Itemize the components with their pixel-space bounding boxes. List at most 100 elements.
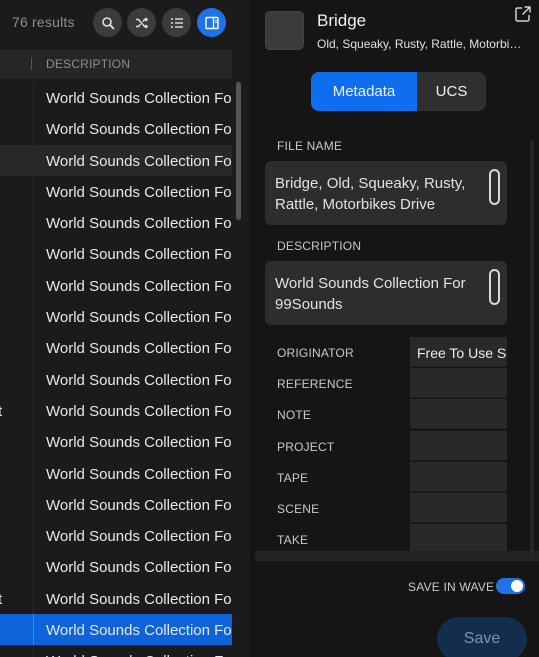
row-description-cell: World Sounds Collection For 99Sounds xyxy=(46,215,232,233)
results-table-body: World Sounds Collection For 99Sounds Worl… xyxy=(0,82,232,657)
metadata-field-label: ORIGINATOR xyxy=(277,346,354,360)
row-description-cell: World Sounds Collection For 99Sounds xyxy=(46,371,232,389)
table-row[interactable]: World Sounds Collection For 99Sounds xyxy=(0,520,232,552)
table-row[interactable]: t World Sounds Collection For 99Sounds xyxy=(0,394,232,427)
row-filename-cell: t xyxy=(0,402,3,420)
metadata-field-label: PROJECT xyxy=(277,439,335,454)
toggle-knob xyxy=(511,580,523,592)
metadata-field-input[interactable] xyxy=(410,493,507,523)
detail-scrollbar[interactable] xyxy=(530,140,534,560)
metadata-field-input[interactable]: Free To Use Sounds xyxy=(410,337,507,367)
table-row[interactable]: World Sounds Collection For 99Sounds xyxy=(0,551,232,583)
metadata-field-project: PROJECT xyxy=(265,430,507,462)
fields-horizontal-scrollbar[interactable] xyxy=(255,551,539,561)
metadata-field-originator: ORIGINATOR Free To Use Sounds xyxy=(265,337,507,368)
row-description-cell: World Sounds Collection For 99Sounds xyxy=(46,465,232,483)
results-toolbar: 76 results xyxy=(0,0,249,46)
metadata-field-take: TAKE xyxy=(265,524,507,551)
side-panel-icon xyxy=(204,16,219,29)
cell-divider xyxy=(33,488,34,521)
metadata-field-input[interactable] xyxy=(410,461,507,492)
results-panel: 76 results DESCRIPTION World Sounds Coll… xyxy=(0,0,249,657)
save-in-wave-toggle[interactable] xyxy=(496,578,525,594)
cell-divider xyxy=(33,645,34,657)
metadata-field-input[interactable] xyxy=(410,524,507,551)
metadata-field-note: NOTE xyxy=(265,399,507,430)
row-description-cell: World Sounds Collection For 99Sounds xyxy=(46,309,232,327)
column-resize-handle[interactable] xyxy=(31,57,32,70)
row-description-cell: World Sounds Collection For 99Sounds xyxy=(46,183,232,201)
file-subtitle: Old, Squeaky, Rusty, Rattle, Motorbikes … xyxy=(317,37,523,51)
metadata-field-input[interactable] xyxy=(410,368,507,399)
table-row[interactable]: World Sounds Collection For 99Sounds xyxy=(0,488,232,521)
row-description-cell: World Sounds Collection For 99Sounds xyxy=(46,152,232,170)
search-button[interactable] xyxy=(93,8,122,37)
table-header: DESCRIPTION xyxy=(0,50,232,78)
cell-divider xyxy=(33,175,34,208)
cell-divider xyxy=(33,394,34,427)
cell-divider xyxy=(33,207,34,239)
table-row[interactable]: World Sounds Collection For 99Sounds xyxy=(0,238,232,270)
cell-divider xyxy=(33,332,34,364)
save-button[interactable]: Save xyxy=(437,617,527,657)
cell-divider xyxy=(33,238,34,270)
row-description-cell: World Sounds Collection For 99Sounds xyxy=(46,528,232,546)
file-name-scrollbar[interactable] xyxy=(489,169,500,205)
table-row[interactable]: World Sounds Collection For 99Sounds xyxy=(0,614,232,646)
cell-divider xyxy=(33,582,34,615)
table-row[interactable]: World Sounds Collection For 99Sounds xyxy=(0,113,232,145)
table-row[interactable]: World Sounds Collection For 99Sounds xyxy=(0,426,232,458)
cell-divider xyxy=(33,457,34,489)
table-row[interactable]: World Sounds Collection For 99Sounds xyxy=(0,269,232,302)
side-panel-toggle-button[interactable] xyxy=(197,8,226,37)
metadata-field-input[interactable] xyxy=(410,399,507,430)
list-view-button[interactable] xyxy=(162,8,191,37)
description-field[interactable]: World Sounds Collection For 99Sounds xyxy=(265,261,507,325)
detail-tabs: Metadata UCS xyxy=(311,72,486,111)
metadata-fields: ORIGINATOR Free To Use Sounds REFERENCE NOT… xyxy=(265,337,507,551)
description-scrollbar[interactable] xyxy=(489,269,500,305)
metadata-field-label: TAPE xyxy=(277,470,309,485)
popout-icon[interactable] xyxy=(513,4,533,24)
file-title: Bridge xyxy=(317,11,367,30)
row-filename-cell: t xyxy=(0,590,3,608)
table-row[interactable]: World Sounds Collection For 99Sounds xyxy=(0,144,232,176)
results-scrollbar[interactable] xyxy=(235,78,243,657)
metadata-field-label: REFERENCE xyxy=(277,377,353,392)
table-row[interactable]: World Sounds Collection For 99Sounds xyxy=(0,175,232,208)
search-icon xyxy=(101,16,114,29)
shuffle-button[interactable] xyxy=(127,8,156,37)
row-description-cell: World Sounds Collection For 99Sounds xyxy=(46,277,232,295)
row-description-cell: World Sounds Collection For 99Sounds xyxy=(46,121,232,139)
cell-divider xyxy=(33,113,34,145)
row-description-cell: World Sounds Collection For 99Sounds xyxy=(46,559,232,577)
row-description-cell: World Sounds Collection For 99Sounds xyxy=(46,496,232,514)
table-row[interactable]: World Sounds Collection For 99Sounds xyxy=(0,363,232,395)
metadata-field-input[interactable] xyxy=(410,430,507,461)
cell-divider xyxy=(33,363,34,395)
cell-divider xyxy=(33,614,34,646)
file-name-value: Bridge, Old, Squeaky, Rusty, Rattle, Mot… xyxy=(275,175,466,213)
row-description-cell: World Sounds Collection For 99Sounds xyxy=(46,434,232,452)
results-scrollbar-thumb[interactable] xyxy=(236,82,241,220)
cell-divider xyxy=(33,551,34,583)
table-row[interactable]: World Sounds Collection For 99Sounds xyxy=(0,301,232,333)
cell-divider xyxy=(33,269,34,302)
tab-ucs[interactable]: UCS xyxy=(417,72,486,111)
table-row[interactable]: World Sounds Collection For 99Sounds xyxy=(0,332,232,364)
table-row[interactable]: World Sounds Collection For 99Sounds xyxy=(0,457,232,489)
tab-metadata[interactable]: Metadata xyxy=(311,72,417,111)
metadata-field-label: SCENE xyxy=(277,502,320,516)
table-row[interactable]: t World Sounds Collection For 99Sounds xyxy=(0,582,232,615)
metadata-field-reference: REFERENCE xyxy=(265,368,507,399)
description-value: World Sounds Collection For 99Sounds xyxy=(275,275,466,313)
description-label: DESCRIPTION xyxy=(277,239,362,253)
table-row[interactable]: World Sounds Collection For 99Sounds xyxy=(0,82,232,114)
metadata-field-scene: SCENE xyxy=(265,493,507,524)
table-row[interactable]: World Sounds Collection For 99Sounds xyxy=(0,207,232,239)
file-name-field[interactable]: Bridge, Old, Squeaky, Rusty, Rattle, Mot… xyxy=(265,161,507,225)
table-row[interactable]: World Sounds Collection For 99Sounds xyxy=(0,645,232,657)
results-count: 76 results xyxy=(12,14,75,30)
column-header-description[interactable]: DESCRIPTION xyxy=(46,57,130,71)
row-description-cell: World Sounds Collection For 99Sounds xyxy=(46,622,232,640)
